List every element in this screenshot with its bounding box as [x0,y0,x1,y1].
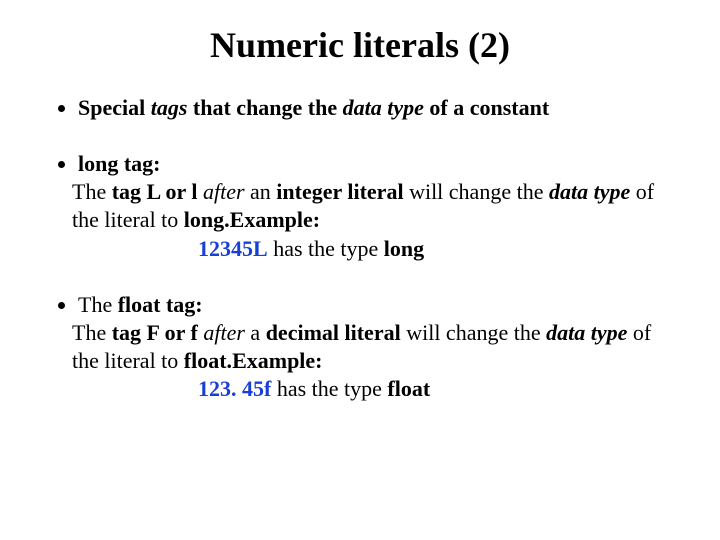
text: will change the [401,320,546,345]
text: float tag: [118,292,203,317]
bullet-body: The tag L or l after an integer literal … [72,178,670,234]
text: that change the [187,95,342,120]
text: float [387,376,430,401]
text: will change the [404,179,549,204]
text: has the type [268,236,384,261]
text: integer literal [276,179,403,204]
text: after [203,179,245,204]
text: The [78,292,118,317]
text: Example: [232,348,322,373]
code-literal: 12345L [198,236,268,261]
bullet-special-tags: Special tags that change the data type o… [78,94,670,122]
text: has the type [271,376,387,401]
text: decimal literal [266,320,401,345]
text: after [203,320,245,345]
slide: Numeric literals (2) Special tags that c… [0,0,720,540]
text: data type [343,95,424,120]
text: data type [546,320,627,345]
bullet-body: The tag F or f after a decimal literal w… [72,319,670,375]
text: data type [549,179,630,204]
text: a [245,320,266,345]
text: tag L or l [112,179,203,204]
text: The [72,320,112,345]
text: of a constant [424,95,549,120]
text: Example: [230,207,320,232]
code-literal: 123. 45f [198,376,271,401]
text: tag F or f [112,320,204,345]
text: long. [184,207,230,232]
slide-title: Numeric literals (2) [50,24,670,66]
bullet-list: Special tags that change the data type o… [50,94,670,403]
bullet-long-tag: long tag: The tag L or l after an intege… [78,150,670,263]
text: Special [78,95,151,120]
text: long [384,236,424,261]
example-long: 12345L has the type long [198,235,670,263]
text: an [245,179,277,204]
bullet-float-tag: The float tag: The tag F or f after a de… [78,291,670,404]
text: The [72,179,112,204]
text: float. [184,348,232,373]
text: long tag: [78,151,161,176]
example-float: 123. 45f has the type float [198,375,670,403]
text: tags [151,95,188,120]
